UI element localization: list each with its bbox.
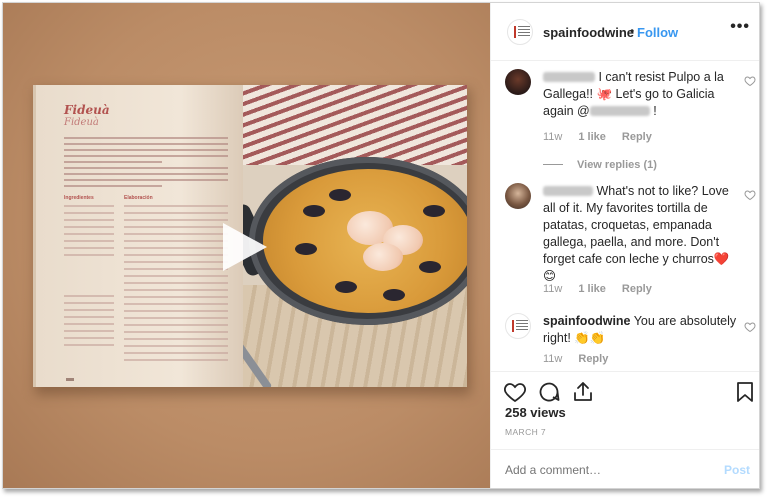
comment-composer: Post [491, 449, 759, 488]
post-header: spainfoodwine • Follow ••• [491, 3, 759, 61]
like-heart-icon[interactable] [744, 321, 756, 333]
share-icon[interactable] [571, 380, 595, 404]
preparation-heading: Elaboración [124, 195, 153, 201]
comment-body-end: ! [649, 104, 657, 118]
post-sidebar: spainfoodwine • Follow ••• I can't resis… [490, 3, 759, 488]
blurred-username [543, 72, 595, 82]
comment-time: 11w [543, 131, 563, 143]
reply-button[interactable]: Reply [622, 283, 652, 295]
mussel [329, 189, 351, 201]
bookmark-icon[interactable] [733, 380, 757, 404]
book-left-page: Fideuà Fideuà Ingredientes Elaboración [33, 85, 243, 387]
ingredients-list [64, 205, 114, 261]
separator-dot: • [630, 24, 635, 38]
comment-time: 11w [543, 283, 563, 295]
reply-button[interactable]: Reply [578, 353, 608, 365]
mussel [303, 205, 325, 217]
instagram-post-window: Fideuà Fideuà Ingredientes Elaboración s… [2, 2, 760, 489]
page-number [66, 378, 74, 381]
comment-text: What's not to like? Love all of it. My f… [543, 183, 739, 285]
reply-button[interactable]: Reply [622, 131, 652, 143]
comment-meta: 11w 1 like Reply [543, 283, 668, 295]
blurred-mention [589, 106, 650, 116]
account-avatar[interactable] [505, 313, 531, 339]
comment-text: I can't resist Pulpo a la Gallega!! 🐙 Le… [543, 69, 739, 120]
like-heart-icon[interactable] [744, 75, 756, 87]
comment-meta: 11w Reply [543, 353, 624, 365]
comments-list[interactable]: I can't resist Pulpo a la Gallega!! 🐙 Le… [491, 61, 759, 371]
follow-button[interactable]: Follow [637, 25, 678, 40]
post-video[interactable]: Fideuà Fideuà Ingredientes Elaboración [3, 3, 490, 488]
comment-likes[interactable]: 1 like [578, 131, 606, 143]
comment-meta: 11w 1 like Reply [543, 131, 668, 143]
more-options-icon[interactable]: ••• [730, 18, 750, 36]
striped-cloth [243, 85, 467, 165]
account-username[interactable]: spainfoodwine [543, 25, 634, 40]
view-count[interactable]: 258 views [505, 405, 566, 420]
commenter-avatar[interactable] [505, 183, 531, 209]
mussel [419, 261, 441, 273]
like-heart-icon[interactable] [744, 189, 756, 201]
mussel [423, 205, 445, 217]
view-replies-button[interactable]: View replies (1) [543, 159, 657, 171]
shrimp [363, 243, 403, 271]
comment-username[interactable]: spainfoodwine [543, 314, 631, 328]
post-comment-button[interactable]: Post [724, 463, 750, 477]
comment-text: spainfoodwine You are absolutely right! … [543, 313, 739, 347]
view-replies-label: View replies (1) [577, 159, 657, 171]
mussel [383, 289, 405, 301]
book-right-page-photo [243, 85, 467, 387]
book-page-title: Fideuà [64, 103, 110, 117]
like-heart-icon[interactable] [503, 380, 527, 404]
commenter-avatar[interactable] [505, 69, 531, 95]
ingredients-heading: Ingredientes [64, 195, 94, 201]
comment-body: What's not to like? Love all of it. My f… [543, 184, 730, 283]
add-comment-input[interactable] [505, 463, 705, 477]
comment-likes[interactable]: 1 like [578, 283, 606, 295]
account-avatar[interactable] [507, 19, 533, 45]
blurred-username [543, 186, 593, 196]
post-date: MARCH 7 [505, 427, 547, 437]
mussel [295, 243, 317, 255]
play-icon[interactable] [223, 223, 267, 271]
ingredients-list-2 [64, 295, 114, 351]
preparation-text [124, 205, 228, 366]
book-page-subtitle: Fideuà [64, 117, 99, 128]
comment-time: 11w [543, 353, 563, 365]
mussel [335, 281, 357, 293]
comment-bubble-icon[interactable] [537, 380, 561, 404]
book-intro-text [64, 137, 228, 191]
